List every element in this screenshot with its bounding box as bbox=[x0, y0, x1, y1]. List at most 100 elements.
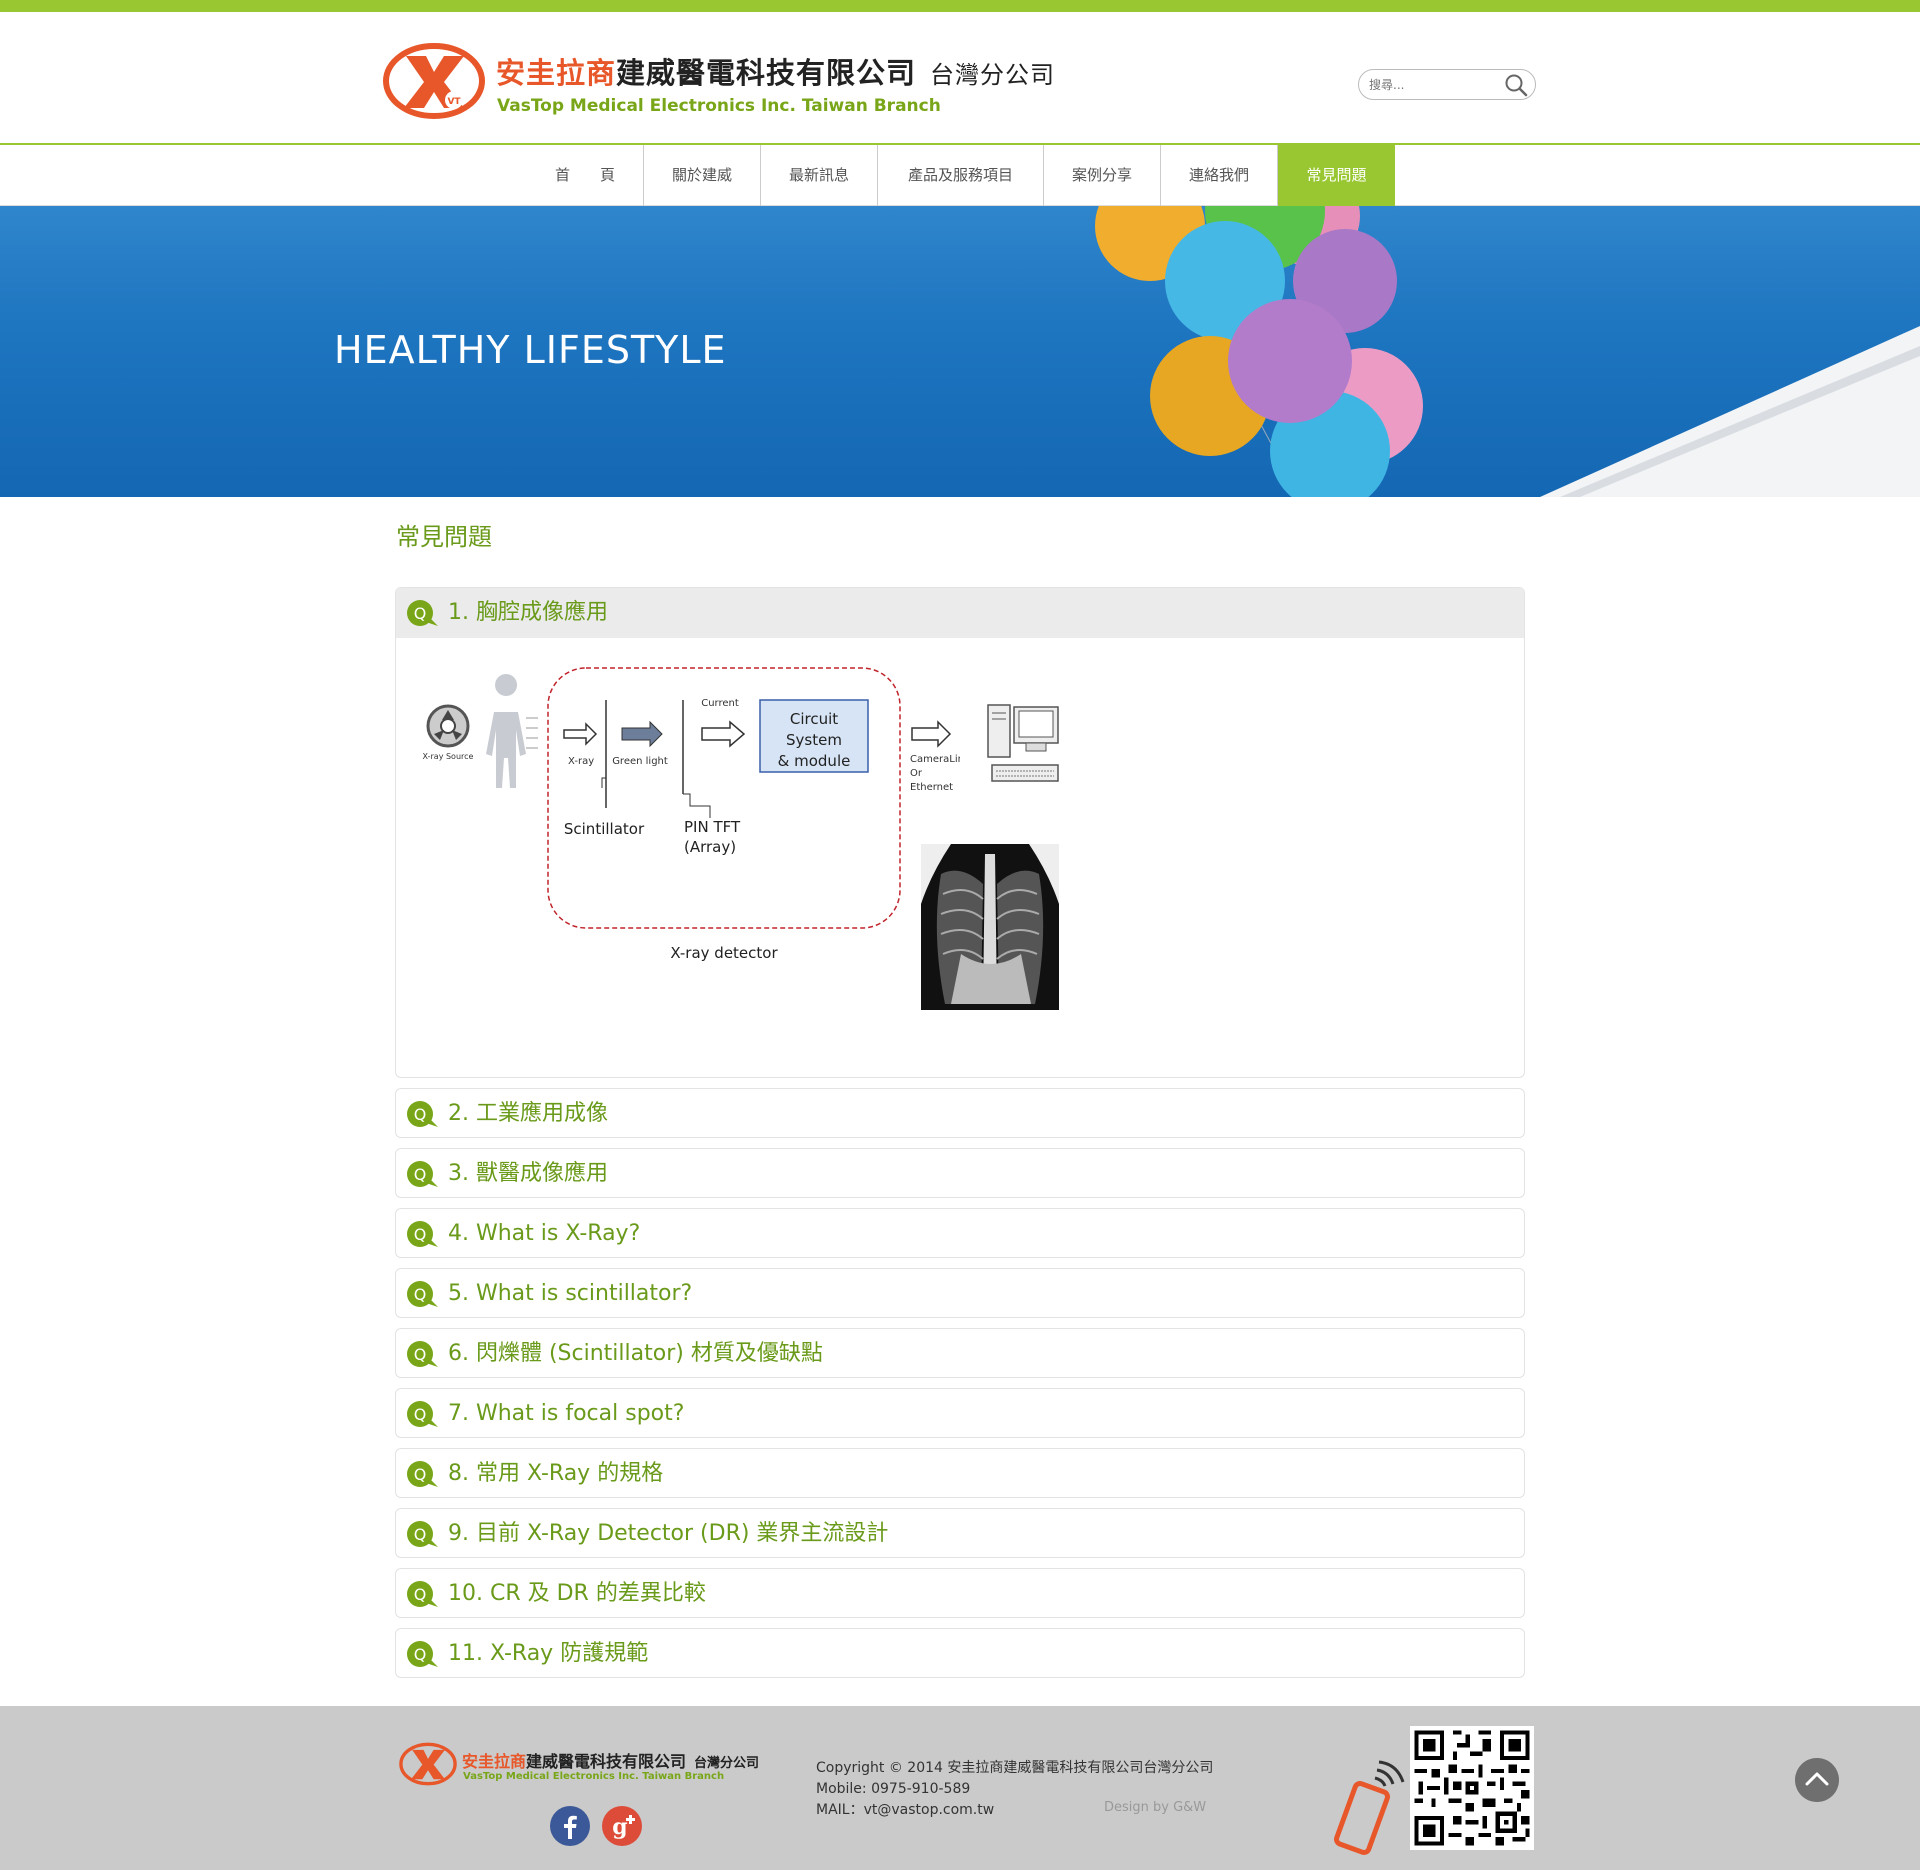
logo-cn-black: 建威醫電科技有限公司 bbox=[616, 56, 917, 90]
top-accent-bar bbox=[0, 0, 1920, 12]
faq-item-10[interactable]: Q 10. CR 及 DR 的差異比較 bbox=[395, 1568, 1525, 1618]
faq-question[interactable]: 10. CR 及 DR 的差異比較 bbox=[448, 1579, 706, 1609]
q-icon: Q bbox=[407, 600, 438, 626]
q-icon: Q bbox=[407, 1161, 438, 1187]
footer-logo[interactable]: 安圭拉商建威醫電科技有限公司 台灣分公司 VasTop Medical Elect… bbox=[398, 1742, 818, 1792]
main-nav: 首 頁 關於建威 最新訊息 產品及服務項目 案例分享 連絡我們 常見問題 bbox=[0, 145, 1920, 206]
faq-question[interactable]: 5. What is scintillator? bbox=[448, 1279, 692, 1309]
label-or: Or bbox=[910, 768, 923, 779]
faq-item-3[interactable]: Q 3. 獸醫成像應用 bbox=[395, 1148, 1525, 1198]
hero-banner: HEALTHY LIFESTYLE bbox=[0, 206, 1920, 497]
label-xray-detector: X-ray detector bbox=[670, 944, 778, 962]
svg-text:Q: Q bbox=[414, 1345, 427, 1364]
logo-mark-text: VT bbox=[447, 97, 461, 107]
chest-xray-image bbox=[921, 844, 1059, 1010]
logo-mark-icon bbox=[399, 1742, 457, 1786]
mobile-text: Mobile: 0975-910-589 bbox=[816, 1781, 971, 1797]
svg-text:Q: Q bbox=[414, 1285, 427, 1304]
logo-chinese-name: 安圭拉商建威醫電科技有限公司 台灣分公司 bbox=[496, 50, 1055, 92]
footer-logo-english: VasTop Medical Electronics Inc. Taiwan B… bbox=[463, 1771, 725, 1782]
label-circuit-3: & module bbox=[778, 752, 851, 770]
label-xray-source: X-ray Source bbox=[423, 752, 474, 761]
xray-detector-diagram: X-ray Source X-ray Green light Scintilla… bbox=[423, 667, 960, 962]
copyright-text: Copyright © 2014 安圭拉商建威醫電科技有限公司台灣分公司 bbox=[816, 1760, 1214, 1776]
faq-question[interactable]: 9. 目前 X-Ray Detector (DR) 業界主流設計 bbox=[448, 1519, 888, 1549]
faq-question[interactable]: 1. 胸腔成像應用 bbox=[448, 598, 608, 628]
svg-text:Q: Q bbox=[414, 1645, 427, 1664]
faq-item-4[interactable]: Q 4. What is X-Ray? bbox=[395, 1208, 1525, 1258]
label-array: (Array) bbox=[684, 838, 736, 856]
facebook-icon[interactable] bbox=[549, 1805, 591, 1847]
svg-text:Q: Q bbox=[414, 1525, 427, 1544]
faq-item-7[interactable]: Q 7. What is focal spot? bbox=[395, 1388, 1525, 1438]
nav-item-news[interactable]: 最新訊息 bbox=[761, 145, 878, 206]
label-current: Current bbox=[701, 698, 739, 709]
faq-item-6[interactable]: Q 6. 閃爍體 (Scintillator) 材質及優缺點 bbox=[395, 1328, 1525, 1378]
faq-question[interactable]: 6. 閃爍體 (Scintillator) 材質及優缺點 bbox=[448, 1339, 823, 1369]
svg-text:Q: Q bbox=[414, 1585, 427, 1604]
faq-item-1: Q 1. 胸腔成像應用 X-ray Source X-ray Green lig… bbox=[395, 587, 1525, 1078]
faq-question[interactable]: 8. 常用 X-Ray 的規格 bbox=[448, 1459, 663, 1489]
svg-text:Q: Q bbox=[414, 1465, 427, 1484]
computer-icon bbox=[987, 704, 1059, 782]
footer-logo-branch: 台灣分公司 bbox=[694, 1756, 760, 1771]
faq-item-8[interactable]: Q 8. 常用 X-Ray 的規格 bbox=[395, 1448, 1525, 1498]
label-circuit-1: Circuit bbox=[790, 710, 838, 728]
logo-branch: 台灣分公司 bbox=[930, 61, 1056, 89]
faq-question[interactable]: 4. What is X-Ray? bbox=[448, 1219, 640, 1249]
site-footer: 安圭拉商建威醫電科技有限公司 台灣分公司 VasTop Medical Elect… bbox=[0, 1706, 1920, 1870]
footer-logo-chinese: 安圭拉商建威醫電科技有限公司 台灣分公司 bbox=[462, 1748, 759, 1772]
label-ethernet: Ethernet bbox=[910, 782, 953, 793]
q-icon: Q bbox=[407, 1581, 438, 1607]
search-box bbox=[1358, 69, 1536, 100]
qr-code bbox=[1410, 1726, 1534, 1850]
svg-text:Q: Q bbox=[414, 1105, 427, 1124]
banner-headline: HEALTHY LIFESTYLE bbox=[334, 328, 727, 372]
social-links: g bbox=[549, 1805, 643, 1847]
q-icon: Q bbox=[407, 1401, 438, 1427]
q-icon: Q bbox=[407, 1521, 438, 1547]
page-title: 常見問題 bbox=[396, 523, 492, 551]
faq-item-11[interactable]: Q 11. X-Ray 防護規範 bbox=[395, 1628, 1525, 1678]
design-credit[interactable]: Design by G&W bbox=[1104, 1800, 1206, 1815]
q-icon: Q bbox=[407, 1281, 438, 1307]
label-circuit-2: System bbox=[786, 731, 842, 749]
search-icon[interactable] bbox=[1503, 72, 1529, 98]
q-icon: Q bbox=[407, 1101, 438, 1127]
arrow-up-icon[interactable] bbox=[1795, 1758, 1839, 1802]
label-green-light: Green light bbox=[612, 756, 668, 767]
footer-logo-cn-black: 建威醫電科技有限公司 bbox=[526, 1752, 687, 1771]
site-logo[interactable]: VT 安圭拉商建威醫電科技有限公司 台灣分公司 VasTop Medical El… bbox=[382, 40, 1102, 130]
nav-item-faq[interactable]: 常見問題 bbox=[1278, 145, 1395, 206]
label-scintillator: Scintillator bbox=[564, 820, 645, 838]
svg-text:Q: Q bbox=[414, 1225, 427, 1244]
faq-question[interactable]: 7. What is focal spot? bbox=[448, 1399, 684, 1429]
search-input[interactable] bbox=[1369, 75, 1499, 95]
nav-item-cases[interactable]: 案例分享 bbox=[1044, 145, 1161, 206]
label-pin-tft: PIN TFT bbox=[684, 818, 741, 836]
nav-item-about[interactable]: 關於建威 bbox=[644, 145, 761, 206]
balloons-illustration bbox=[1095, 206, 1920, 497]
faq-item-9[interactable]: Q 9. 目前 X-Ray Detector (DR) 業界主流設計 bbox=[395, 1508, 1525, 1558]
label-xray: X-ray bbox=[568, 756, 594, 767]
nav-item-contact[interactable]: 連絡我們 bbox=[1161, 145, 1278, 206]
logo-cn-red: 安圭拉商 bbox=[496, 56, 617, 90]
logo-mark-icon: VT bbox=[383, 43, 485, 119]
svg-text:Q: Q bbox=[414, 604, 427, 623]
faq-question[interactable]: 2. 工業應用成像 bbox=[448, 1099, 608, 1129]
site-header: VT 安圭拉商建威醫電科技有限公司 台灣分公司 VasTop Medical El… bbox=[0, 12, 1920, 144]
faq-question[interactable]: 11. X-Ray 防護規範 bbox=[448, 1639, 648, 1669]
label-cameralink: CameraLink bbox=[910, 754, 960, 765]
nav-item-home[interactable]: 首 頁 bbox=[527, 145, 644, 206]
q-icon: Q bbox=[407, 1461, 438, 1487]
logo-english-name: VasTop Medical Electronics Inc. Taiwan B… bbox=[497, 96, 941, 116]
svg-text:Q: Q bbox=[414, 1405, 427, 1424]
faq-item-2[interactable]: Q 2. 工業應用成像 bbox=[395, 1088, 1525, 1138]
google-plus-icon[interactable]: g bbox=[601, 1805, 643, 1847]
footer-logo-cn-red: 安圭拉商 bbox=[462, 1752, 527, 1771]
q-icon: Q bbox=[407, 1341, 438, 1367]
faq-item-5[interactable]: Q 5. What is scintillator? bbox=[395, 1268, 1525, 1318]
faq-question[interactable]: 3. 獸醫成像應用 bbox=[448, 1159, 608, 1189]
nav-item-products[interactable]: 產品及服務項目 bbox=[878, 145, 1044, 206]
q-icon: Q bbox=[407, 1641, 438, 1667]
